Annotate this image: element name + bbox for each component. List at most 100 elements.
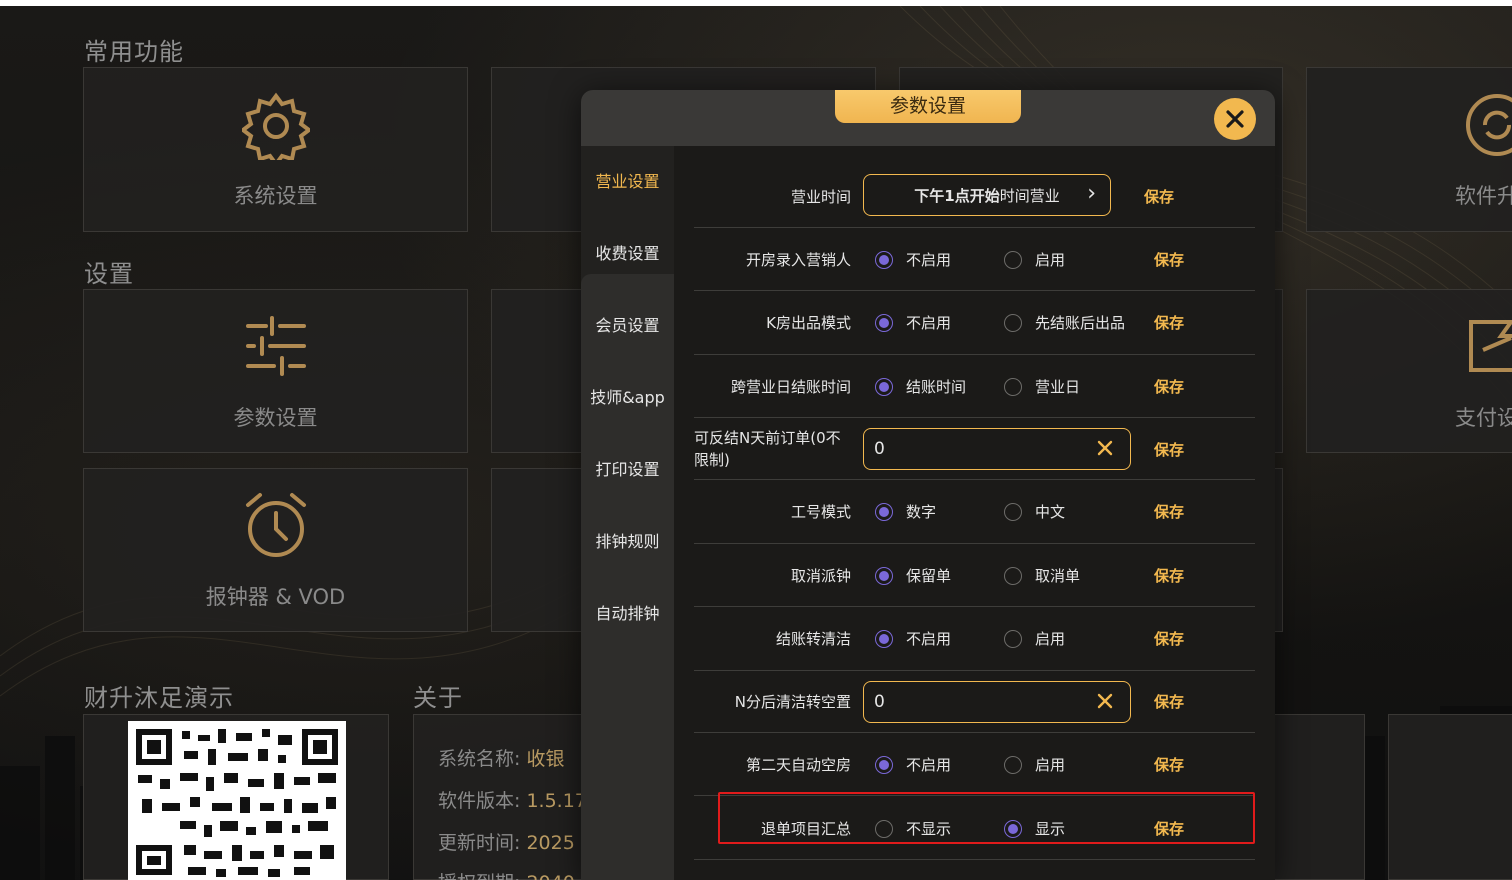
business-time-select[interactable]: 下午1点开始 时间营业 › (863, 174, 1111, 216)
business-time-value-rest: 时间营业 (999, 186, 1060, 205)
settings-sidebar: 营业设置 收费设置 会员设置 技师&app 打印设置 排钟规则 自动排钟 (581, 146, 674, 880)
row-label: 第二天自动空房 (745, 756, 851, 774)
common-functions-title: 常用功能 (84, 38, 184, 66)
input-value: 0 (874, 692, 885, 712)
radio-selected-icon (875, 755, 893, 774)
tile-label: 参数设置 (233, 406, 318, 430)
row-reverse-days: 可反结N天前订单(0不限制) 0 保存 (694, 418, 1255, 480)
row-k-room-mode: K房出品模式 不启用 先结账后出品 保存 (694, 291, 1255, 355)
radio-unselected-icon (1004, 629, 1022, 648)
row-open-room-marketer: 开房录入营销人 不启用 启用 保存 (694, 228, 1255, 291)
save-button[interactable]: 保存 (1154, 439, 1184, 460)
reverse-days-input[interactable]: 0 (863, 428, 1131, 470)
radio-label: 显示 (1035, 820, 1066, 838)
radio-selected-icon (875, 502, 893, 521)
radio-option-2[interactable]: 中文 (1004, 501, 1065, 522)
radio-option-1[interactable]: 不显示 (875, 818, 951, 839)
dialog-title: 参数设置 (835, 90, 1021, 123)
radio-option-2[interactable]: 取消单 (1004, 565, 1080, 586)
row-next-day-empty: 第二天自动空房 不启用 启用 保存 (694, 733, 1255, 796)
sidebar-item-queue-rules[interactable]: 排钟规则 (581, 506, 674, 578)
radio-label: 保留单 (906, 567, 952, 585)
radio-selected-icon (875, 566, 893, 585)
radio-label: 取消单 (1035, 567, 1081, 585)
radio-option-2[interactable]: 营业日 (1004, 376, 1080, 397)
radio-label: 启用 (1035, 630, 1066, 648)
radio-unselected-icon (1004, 313, 1022, 332)
radio-option-2[interactable]: 启用 (1004, 754, 1065, 775)
tile-software-upgrade[interactable]: 软件升 (1306, 67, 1512, 232)
radio-selected-icon (875, 377, 893, 396)
radio-option-2[interactable]: 显示 (1004, 818, 1065, 839)
radio-label: 不启用 (906, 756, 952, 774)
clear-icon[interactable] (1096, 439, 1114, 462)
save-button[interactable]: 保存 (1144, 186, 1174, 207)
radio-label: 启用 (1035, 251, 1066, 269)
radio-label: 营业日 (1035, 378, 1081, 396)
row-checkout-clean: 结账转清洁 不启用 启用 保存 (694, 607, 1255, 671)
sidebar-item-technician-app[interactable]: 技师&app (581, 362, 674, 434)
tile-alarm-vod[interactable]: 报钟器 & VOD (83, 468, 468, 632)
save-button[interactable]: 保存 (1154, 249, 1184, 270)
tile-param-settings[interactable]: 参数设置 (83, 289, 468, 453)
radio-option-1[interactable]: 保留单 (875, 565, 951, 586)
radio-label: 不启用 (906, 251, 952, 269)
close-button[interactable] (1214, 98, 1256, 140)
save-button[interactable]: 保存 (1154, 818, 1184, 839)
input-value: 0 (874, 439, 885, 459)
save-button[interactable]: 保存 (1154, 628, 1184, 649)
radio-option-1[interactable]: 不启用 (875, 628, 951, 649)
radio-option-1[interactable]: 不启用 (875, 312, 951, 333)
radio-option-1[interactable]: 结账时间 (875, 376, 966, 397)
row-label: 开房录入营销人 (745, 251, 851, 269)
save-button[interactable]: 保存 (1154, 754, 1184, 775)
row-label: 可反结N天前订单(0不限制) (694, 429, 841, 469)
radio-option-2[interactable]: 启用 (1004, 628, 1065, 649)
row-refund-summary: 退单项目汇总 不显示 显示 保存 (694, 796, 1255, 860)
sidebar-item-charging[interactable]: 收费设置 (581, 218, 674, 290)
tile-label: 支付设 (1455, 406, 1512, 430)
tile-system-settings[interactable]: 系统设置 (83, 67, 468, 232)
radio-selected-icon (875, 250, 893, 269)
about-version: 软件版本: 1.5.17 (438, 790, 587, 812)
save-button[interactable]: 保存 (1154, 691, 1184, 712)
save-button[interactable]: 保存 (1154, 312, 1184, 333)
row-cancel-dispatch: 取消派钟 保留单 取消单 保存 (694, 544, 1255, 607)
about-report: 授权到期: 2040 (438, 868, 575, 880)
clean-to-empty-input[interactable]: 0 (863, 681, 1131, 723)
payment-icon (1465, 318, 1512, 378)
radio-label: 不启用 (906, 630, 952, 648)
save-button[interactable]: 保存 (1154, 501, 1184, 522)
save-button[interactable]: 保存 (1154, 376, 1184, 397)
radio-label: 不显示 (906, 820, 952, 838)
row-label: 退单项目汇总 (760, 820, 851, 838)
radio-selected-icon (875, 313, 893, 332)
radio-label: 不启用 (906, 314, 952, 332)
row-clean-to-empty: N分后清洁转空置 0 保存 (694, 671, 1255, 733)
save-button[interactable]: 保存 (1154, 565, 1184, 586)
qr-code-icon (128, 721, 346, 880)
sidebar-item-print[interactable]: 打印设置 (581, 434, 674, 506)
radio-option-2[interactable]: 先结账后出品 (1004, 312, 1125, 333)
radio-option-1[interactable]: 不启用 (875, 249, 951, 270)
chevron-right-icon: › (1087, 181, 1096, 206)
radio-option-1[interactable]: 不启用 (875, 754, 951, 775)
sidebar-item-auto-queue[interactable]: 自动排钟 (581, 578, 674, 650)
sidebar-item-business[interactable]: 营业设置 (581, 146, 674, 218)
row-job-number-mode: 工号模式 数字 中文 保存 (694, 480, 1255, 544)
radio-option-2[interactable]: 启用 (1004, 249, 1065, 270)
sidebar-item-member[interactable]: 会员设置 (581, 290, 674, 362)
radio-label: 启用 (1035, 756, 1066, 774)
tile-label: 报钟器 & VOD (205, 585, 346, 609)
refresh-icon (1465, 92, 1512, 162)
param-settings-dialog: 参数设置 营业设置 收费设置 会员设置 技师&app 打印设置 排钟规则 自动排… (581, 90, 1275, 880)
alarm-clock-icon (242, 491, 310, 563)
tile-pay-settings[interactable]: 支付设 (1306, 289, 1512, 453)
settings-title: 设置 (84, 260, 134, 288)
radio-unselected-icon (1004, 502, 1022, 521)
row-cross-day-checkout: 跨营业日结账时间 结账时间 营业日 保存 (694, 355, 1255, 418)
radio-option-1[interactable]: 数字 (875, 501, 936, 522)
clear-icon[interactable] (1096, 692, 1114, 715)
row-label: 取消派钟 (790, 567, 851, 585)
gear-icon (239, 92, 312, 168)
